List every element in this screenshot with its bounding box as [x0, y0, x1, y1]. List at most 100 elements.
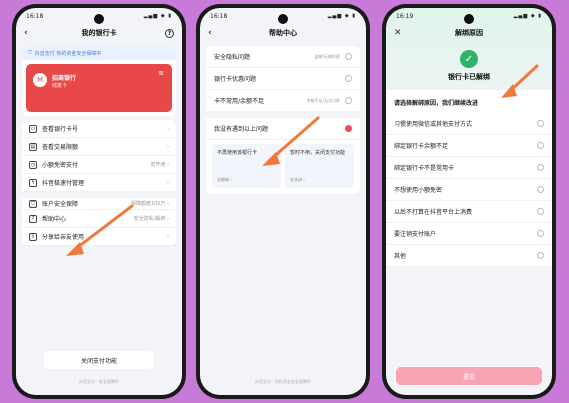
reason-label: 以后不打算在抖音平台上消费 — [394, 209, 473, 216]
bank-name: 招商银行 — [52, 75, 77, 82]
reason-label: 绑定银行卡不是常用卡 — [394, 165, 455, 172]
help-item-label: 安全隐私问题 — [214, 54, 251, 61]
reason-list: 习惯使用微信或其他支付方式 绑定银行卡余额不足 绑定银行卡不是常用卡不想使用小额免密… — [386, 113, 552, 267]
list-item-detail: › — [167, 126, 169, 132]
radio-button[interactable] — [345, 53, 352, 60]
radio-button[interactable] — [537, 164, 544, 171]
status-time: 16:18 — [26, 12, 44, 20]
close-icon[interactable]: ✕ — [394, 28, 402, 38]
chevron-right-icon: › — [165, 216, 169, 222]
radio-button-checked[interactable] — [345, 125, 352, 132]
radio-button[interactable] — [537, 120, 544, 127]
status-icons: ▂▄▆ ◆ ▮ — [327, 13, 356, 19]
list-item[interactable]: ▤ 查看交易限额 › — [22, 138, 176, 156]
camera-notch — [94, 14, 104, 24]
radio-button[interactable] — [537, 252, 544, 259]
list-item-label: 查看交易限额 — [42, 144, 79, 151]
list-item-detail-text: 去开通 — [150, 162, 166, 168]
chevron-right-icon: › — [167, 125, 169, 132]
help-icon: ? — [29, 214, 37, 223]
back-icon[interactable]: ‹ — [24, 28, 28, 38]
status-time: 16:19 — [396, 12, 414, 20]
chevron-right-icon: › — [165, 201, 169, 207]
reason-option[interactable]: 以后不打算在抖音平台上消费 — [386, 201, 552, 223]
arrow-icon — [501, 64, 539, 98]
phone-frame-2: 16:18 ▂▄▆ ◆ ▮ ‹ 帮助中心 安全隐私问题 盗刷/无感扣款 银行卡优… — [196, 4, 370, 399]
reason-label: 绑定银行卡余额不足 — [394, 143, 449, 150]
arrow-icon — [66, 204, 134, 256]
chevron-right-icon: › — [165, 162, 169, 168]
more-icon[interactable]: ≡ — [158, 69, 164, 77]
shield-icon: ⛉ — [29, 199, 37, 208]
footer-note: 抖音支付 · 安全保障中 — [79, 379, 119, 384]
check-icon: ✓ — [460, 50, 478, 68]
help-item-sub: 余额不足/无法付款 — [306, 97, 340, 103]
limit-icon: ▤ — [29, 142, 37, 151]
radio-button[interactable] — [537, 186, 544, 193]
radio-button[interactable] — [345, 97, 352, 104]
submit-button[interactable]: 提交 — [396, 367, 542, 385]
list-item[interactable]: ▭ 查看银行卡号 › — [22, 120, 176, 138]
help-item-balance[interactable]: 卡不常用/余额不足 余额不足/无法付款 — [206, 90, 360, 112]
chevron-right-icon: › — [167, 179, 169, 186]
bank-card-panel: ⛉ 抖音支付 你的资金安全保障中 M 招商银行 储蓄卡 ≡ — [22, 46, 176, 116]
help-item-privacy[interactable]: 安全隐私问题 盗刷/无感扣款 — [206, 46, 360, 68]
screen-help-center: 16:18 ▂▄▆ ◆ ▮ ‹ 帮助中心 安全隐私问题 盗刷/无感扣款 银行卡优… — [200, 8, 366, 395]
radio-button[interactable] — [537, 142, 544, 149]
reason-option[interactable]: 不想使用小额免密 — [386, 179, 552, 201]
back-icon[interactable]: ‹ — [208, 28, 212, 38]
status-icons: ▂▄▆ ◆ ▮ — [143, 13, 172, 19]
lightning-icon: ϟ — [29, 178, 37, 187]
footer-note: 抖音支付 · 你的资金安全保障中 — [255, 379, 311, 384]
status-time: 16:18 — [210, 12, 228, 20]
bank-card-type: 储蓄卡 — [52, 83, 68, 89]
arrow-icon — [262, 116, 320, 166]
list-item-detail: 去开通 › — [150, 161, 169, 168]
shield-icon: ⛉ — [28, 50, 32, 56]
close-payment-button[interactable]: 关闭支付功能 — [44, 351, 154, 369]
chevron-right-icon: › — [167, 233, 169, 240]
nav-bar: ‹ 我的银行卡 ? — [16, 24, 182, 42]
reason-option[interactable]: 其他 — [386, 245, 552, 267]
page-title: 解绑原因 — [455, 29, 483, 37]
bank-logo-icon: M — [33, 73, 47, 87]
help-icon[interactable]: ? — [165, 28, 174, 38]
list-item-label: 小额免密支付 — [42, 162, 79, 169]
reason-option[interactable]: 要注销支付账户 — [386, 223, 552, 245]
reason-option[interactable]: 习惯使用微信或其他支付方式 — [386, 113, 552, 135]
list-item-detail: › — [167, 180, 169, 186]
reason-panel: 请选择解绑原因，我们继续改进 习惯使用微信或其他支付方式 绑定银行卡余额不足 绑定银… — [386, 90, 552, 267]
list-item[interactable]: ◷ 小额免密支付 去开通 › — [22, 156, 176, 174]
unbind-link[interactable]: 去解绑 › — [217, 177, 232, 183]
close-link[interactable]: 去关闭 › — [290, 177, 305, 183]
share-icon: ⇪ — [29, 232, 37, 241]
help-item-label: 银行卡优惠问题 — [214, 76, 257, 83]
bank-card[interactable]: M 招商银行 储蓄卡 ≡ — [26, 64, 172, 112]
reason-label: 习惯使用微信或其他支付方式 — [394, 121, 473, 128]
safety-banner-text: 抖音支付 你的资金安全保障中 — [34, 50, 102, 57]
clock-icon: ◷ — [29, 160, 37, 169]
nav-bar: ‹ 帮助中心 — [200, 24, 366, 42]
radio-button[interactable] — [537, 230, 544, 237]
camera-notch — [278, 14, 288, 24]
page-title: 帮助中心 — [269, 29, 297, 37]
reason-option[interactable]: 绑定银行卡不是常用卡 — [386, 157, 552, 179]
reason-option[interactable]: 绑定银行卡余额不足 — [386, 135, 552, 157]
list-item-detail: › — [167, 234, 169, 240]
radio-button[interactable] — [345, 75, 352, 82]
status-icons: ▂▄▆ ◆ ▮ — [513, 13, 542, 19]
page-title: 我的银行卡 — [81, 29, 117, 37]
help-item-label: 卡不常用/余额不足 — [214, 98, 265, 105]
card-icon: ▭ — [29, 124, 37, 133]
camera-notch — [464, 14, 474, 24]
list-item-detail: › — [167, 144, 169, 150]
list-item-label: 查看银行卡号 — [42, 126, 79, 133]
reason-label: 要注销支付账户 — [394, 231, 437, 238]
radio-button[interactable] — [537, 208, 544, 215]
help-item-discount[interactable]: 银行卡优惠问题 — [206, 68, 360, 90]
list-item[interactable]: ϟ 抖音极速付管理 › — [22, 174, 176, 192]
safety-banner: ⛉ 抖音支付 你的资金安全保障中 — [22, 46, 176, 60]
nav-bar: ✕ 解绑原因 — [386, 24, 552, 42]
reason-label: 其他 — [394, 253, 407, 260]
list-item-label: 抖音极速付管理 — [42, 180, 85, 187]
